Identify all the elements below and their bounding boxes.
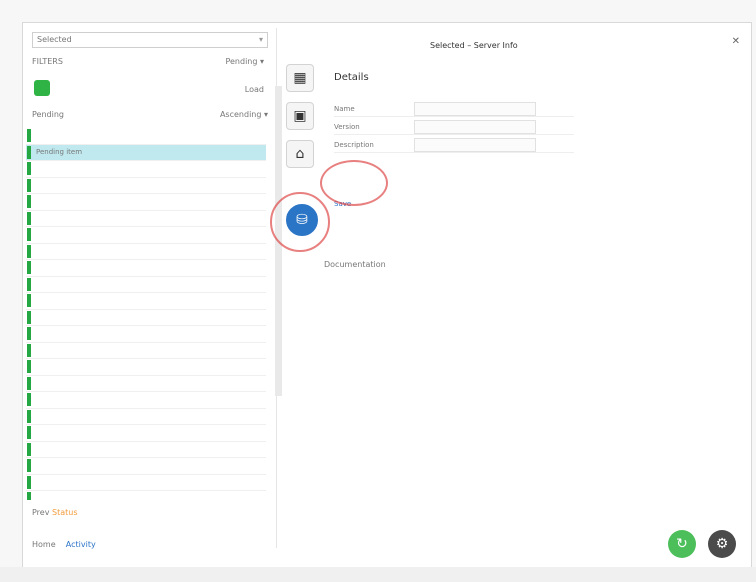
list-item[interactable] [26,425,266,442]
field-version-input[interactable] [414,120,536,134]
list-item[interactable] [26,293,266,310]
list-item[interactable] [26,326,266,343]
sort-select[interactable]: Ascending ▾ [220,108,268,122]
status-bar [27,343,31,357]
status-bar [27,162,31,175]
filters-label: FILTERS [32,57,63,66]
tab-home[interactable]: Home [32,540,56,549]
item-list: Pending item [26,128,266,500]
field-name-input[interactable] [414,102,536,116]
list-item[interactable] [26,178,266,194]
list-header-left[interactable]: Pending [32,110,64,119]
status-bar [27,277,31,291]
docs-label: Documentation [324,260,386,269]
status-bar [27,228,31,241]
list-item[interactable] [26,244,266,260]
list-item[interactable] [26,310,266,326]
list-item[interactable] [26,260,266,277]
tab-activity[interactable]: Activity [66,540,96,549]
files-icon[interactable]: ▦ [286,64,314,92]
status-prefix: Prev [32,508,50,517]
status-bar [27,442,31,456]
refresh-icon[interactable]: ↻ [668,530,696,558]
status-bar [27,360,31,373]
list-item[interactable] [26,161,266,178]
app-icon[interactable] [34,80,50,96]
list-item[interactable] [26,194,266,211]
status-bar [27,310,31,324]
status-bar [27,178,31,192]
list-item[interactable] [26,376,266,392]
left-pane: Selected ▾ FILTERS Pending ▾ Load Pendin… [26,28,277,549]
list-item[interactable] [26,442,266,458]
field-description: Description [334,138,574,153]
list-item[interactable] [26,491,266,500]
settings-icon[interactable]: ⚙ [708,530,736,558]
status-bar [27,459,31,472]
details-title: Details [334,72,369,83]
field-name: Name [334,102,574,117]
field-description-label: Description [334,141,374,149]
chevron-down-icon: ▾ [258,35,263,44]
status-bar [27,244,31,258]
list-item[interactable] [26,277,266,293]
status-bar [27,129,31,142]
status-bar [27,327,31,340]
field-name-label: Name [334,105,355,113]
status-bar [27,145,31,159]
status-bar [27,294,31,307]
close-icon[interactable]: ✕ [732,36,740,47]
status-bar [27,195,31,208]
status-bar [27,211,31,225]
status-bar [27,492,31,500]
status-bar [27,475,31,489]
list-item[interactable] [26,211,266,227]
list-item[interactable] [26,359,266,376]
list-item[interactable] [26,128,266,145]
list-item-label: Pending item [36,147,83,156]
highlight-circle [270,192,330,252]
load-button[interactable]: Load [245,82,264,98]
status-bar [27,261,31,274]
bottom-tabs: Home Activity [32,538,270,552]
status-orange: Status [52,508,78,517]
status-bar [27,393,31,406]
list-item[interactable] [26,475,266,491]
list-item[interactable]: Pending item [26,144,266,161]
field-version: Version [334,120,574,135]
list-item[interactable] [26,458,266,475]
taskbar [0,567,756,582]
field-version-label: Version [334,123,360,131]
field-description-input[interactable] [414,138,536,152]
selector-dropdown[interactable]: Selected ▾ [32,32,268,48]
screen: Selected ▾ FILTERS Pending ▾ Load Pendin… [0,0,756,582]
highlight-circle [320,160,388,206]
list-item[interactable] [26,343,266,359]
status-line: Prev Status [32,506,270,520]
selector-dropdown-label: Selected [37,35,72,44]
window-title: Selected – Server Info [430,41,518,50]
status-bar [27,426,31,439]
list-item[interactable] [26,409,266,425]
list-item[interactable] [26,392,266,409]
filter-select[interactable]: Pending ▾ [225,54,264,70]
list-item[interactable] [26,227,266,244]
image-icon[interactable]: ▣ [286,102,314,130]
status-bar [27,376,31,390]
home-icon[interactable]: ⌂ [286,140,314,168]
list-header: Pending Ascending ▾ [32,108,268,122]
status-bar [27,409,31,423]
